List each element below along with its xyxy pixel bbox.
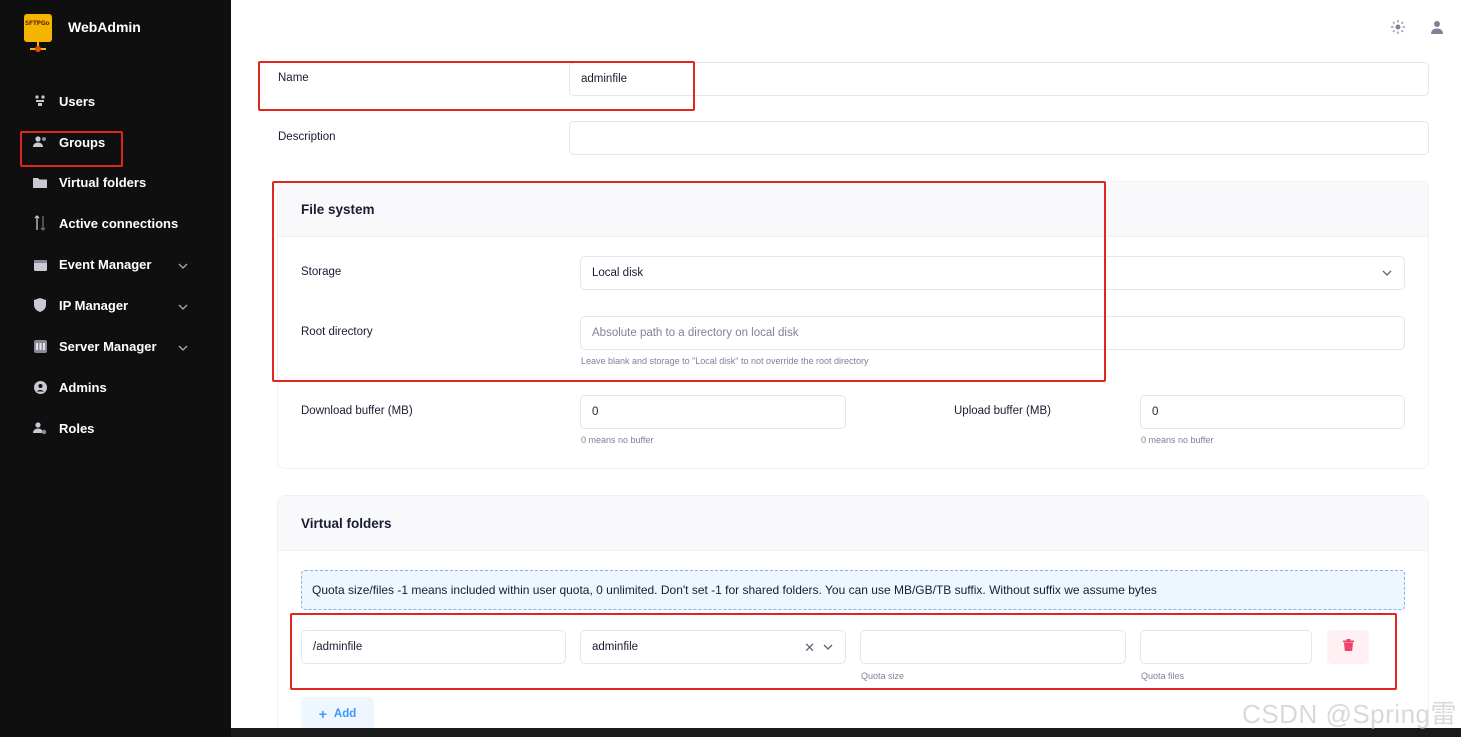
sidebar-item-label: Server Manager [59, 338, 157, 354]
upload-buffer-input[interactable]: 0 [1140, 395, 1405, 429]
quota-files-hint: Quota files [1141, 671, 1185, 681]
sidebar-item-virtual-folders[interactable]: Virtual folders [0, 162, 231, 202]
logo-text: SFTPGo [25, 20, 50, 27]
virtual-path-input[interactable]: /adminfile [301, 630, 566, 664]
folder-selected-value: adminfile [592, 641, 639, 653]
sidebar-item-label: IP Manager [59, 297, 129, 313]
sftpgo-logo: SFTPGo [24, 14, 52, 52]
virtual-folders-title: Virtual folders [301, 516, 392, 531]
chevron-down-icon [178, 257, 188, 272]
sidebar-item-label: Groups [59, 134, 106, 150]
chevron-down-icon [1382, 267, 1392, 277]
download-buffer-hint: 0 means no buffer [581, 435, 654, 445]
plus-icon: + [318, 706, 327, 722]
add-folder-button[interactable]: + Add [301, 697, 374, 728]
virtual-folders-header: Virtual folders [278, 496, 1428, 551]
quota-info-alert: Quota size/files -1 means included withi… [301, 570, 1405, 610]
sidebar-item-label: Active connections [59, 215, 179, 231]
root-directory-hint: Leave blank and storage to "Local disk" … [581, 356, 869, 366]
sidebar-item-active-connections[interactable]: Active connections [0, 203, 231, 243]
sidebar-item-label: Users [59, 93, 96, 109]
calendar-icon [32, 256, 48, 272]
add-label: Add [333, 708, 357, 720]
sidebar-item-roles[interactable]: Roles [0, 408, 231, 448]
file-system-title: File system [301, 202, 375, 217]
sidebar-item-server-manager[interactable]: Server Manager [0, 326, 231, 366]
folder-icon [32, 174, 48, 190]
roles-icon [32, 420, 48, 436]
sidebar-item-admins[interactable]: Admins [0, 367, 231, 407]
admin-icon [32, 379, 48, 395]
root-directory-label: Root directory [301, 326, 373, 338]
file-system-header: File system [278, 182, 1428, 237]
download-buffer-label: Download buffer (MB) [301, 405, 413, 417]
theme-toggle-icon[interactable] [1389, 18, 1407, 36]
storage-selected-value: Local disk [592, 267, 644, 279]
main-content: Name adminfile Description File system S… [231, 0, 1461, 728]
users-icon [32, 93, 48, 109]
description-label: Description [278, 131, 336, 143]
quota-files-input[interactable] [1140, 630, 1312, 664]
name-label: Name [278, 72, 309, 84]
sidebar-item-ip-manager[interactable]: IP Manager [0, 285, 231, 325]
quota-size-hint: Quota size [861, 671, 905, 681]
trash-icon [1342, 638, 1354, 656]
upload-buffer-label: Upload buffer (MB) [954, 405, 1051, 417]
brand[interactable]: SFTPGo WebAdmin [24, 14, 141, 52]
description-input[interactable] [569, 121, 1429, 155]
download-buffer-input[interactable]: 0 [580, 395, 846, 429]
user-avatar-icon[interactable] [1428, 18, 1446, 36]
sidebar-item-users[interactable]: Users [0, 81, 231, 121]
groups-icon [32, 134, 48, 150]
server-icon [32, 338, 48, 354]
sidebar-item-groups[interactable]: Groups [0, 122, 231, 162]
csdn-watermark: CSDN @Spring雷 [1242, 699, 1457, 729]
sidebar-item-label: Event Manager [59, 256, 152, 272]
sidebar-item-label: Virtual folders [59, 174, 147, 190]
name-input[interactable]: adminfile [569, 62, 1429, 96]
clear-icon[interactable]: ✕ [804, 640, 815, 656]
quota-size-input[interactable] [860, 630, 1126, 664]
root-directory-input[interactable]: Absolute path to a directory on local di… [580, 316, 1405, 350]
chevron-down-icon [178, 298, 188, 313]
chevron-down-icon [823, 641, 833, 651]
upload-buffer-hint: 0 means no buffer [1141, 435, 1214, 445]
chevron-down-icon [178, 339, 188, 354]
arrows-updown-icon [32, 215, 48, 231]
sidebar: SFTPGo WebAdmin Users Groups Virtual fol… [0, 0, 231, 737]
folder-select[interactable]: adminfile ✕ [580, 630, 846, 664]
storage-select[interactable]: Local disk [580, 256, 1405, 290]
storage-label: Storage [301, 266, 342, 278]
delete-folder-button[interactable] [1327, 630, 1369, 664]
shield-icon [32, 297, 48, 313]
sidebar-item-label: Roles [59, 420, 95, 436]
sidebar-item-label: Admins [59, 379, 107, 395]
app-title: WebAdmin [68, 19, 141, 35]
sidebar-item-event-manager[interactable]: Event Manager [0, 244, 231, 284]
